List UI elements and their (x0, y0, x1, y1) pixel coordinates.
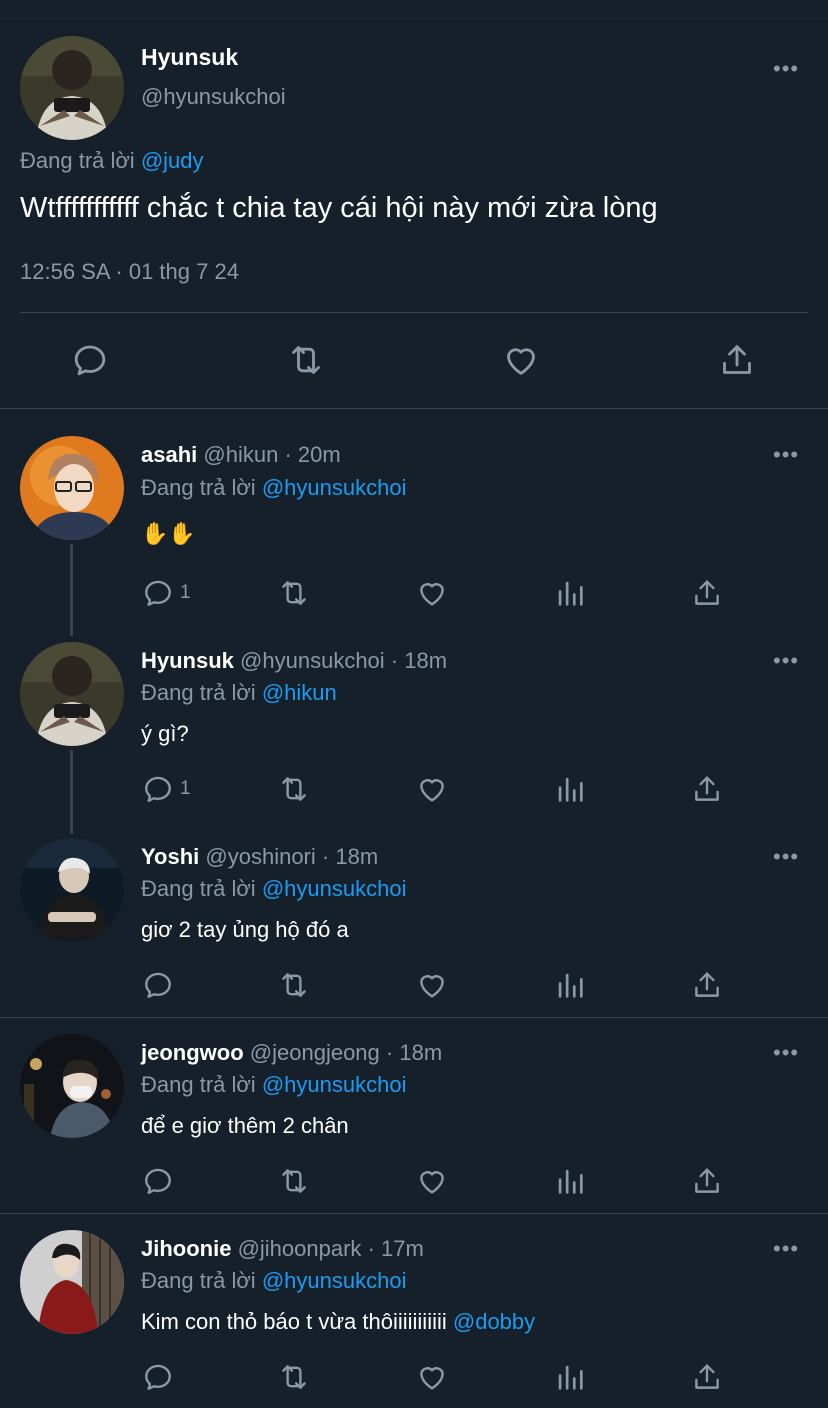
author-handle[interactable]: @jeongjeong (250, 1040, 380, 1065)
replying-to: Đang trả lời @hikun (141, 680, 337, 706)
share-icon[interactable] (689, 968, 725, 1002)
author-handle[interactable]: @hyunsukchoi (240, 648, 385, 673)
author-name[interactable]: asahi (141, 442, 197, 467)
avatar[interactable] (20, 838, 124, 942)
more-icon[interactable]: ••• (773, 444, 799, 466)
share-icon[interactable] (689, 1360, 725, 1394)
more-icon[interactable]: ••• (773, 846, 799, 868)
analytics-icon[interactable] (553, 576, 587, 610)
retweet-icon[interactable] (276, 968, 312, 1002)
avatar[interactable] (20, 1034, 124, 1138)
thread-line (70, 750, 73, 834)
replying-mention[interactable]: @hikun (262, 680, 337, 705)
share-icon[interactable] (689, 772, 725, 806)
divider (0, 408, 828, 409)
tweet-text: Wtfffffffffff chắc t chia tay cái hội nà… (20, 192, 658, 224)
replying-to: Đang trả lời @judy (20, 148, 204, 174)
reply-icon[interactable] (70, 340, 110, 380)
reply-header: Jihoonie @jihoonpark · 17m (141, 1236, 424, 1262)
share-icon[interactable] (689, 576, 725, 610)
retweet-icon[interactable] (276, 1164, 312, 1198)
reply-count: 1 (180, 582, 191, 603)
heart-icon[interactable] (500, 340, 542, 380)
author-handle[interactable]: @hikun (203, 442, 278, 467)
tweet-text: ✋✋ (141, 521, 196, 546)
replying-label: Đang trả lời (141, 475, 256, 500)
reply-time[interactable]: · 20m (284, 442, 340, 467)
author-name[interactable]: Jihoonie (141, 1236, 231, 1261)
tweet-text: để e giơ thêm 2 chân (141, 1113, 349, 1138)
heart-icon[interactable] (414, 576, 450, 610)
reply-count: 1 (180, 778, 191, 799)
author-name[interactable]: Yoshi (141, 844, 199, 869)
replying-to: Đang trả lời @hyunsukchoi (141, 1268, 406, 1294)
divider (0, 1213, 828, 1214)
avatar[interactable] (20, 1230, 124, 1334)
replying-to: Đang trả lời @hyunsukchoi (141, 475, 406, 501)
author-name[interactable]: Hyunsuk (141, 44, 238, 71)
heart-icon[interactable] (414, 772, 450, 806)
replying-mention[interactable]: @hyunsukchoi (262, 475, 407, 500)
reply-icon[interactable] (141, 772, 175, 806)
author-name[interactable]: Hyunsuk (141, 648, 234, 673)
reply-header: jeongwoo @jeongjeong · 18m (141, 1040, 442, 1066)
reply-icon[interactable] (141, 576, 175, 610)
reply-icon[interactable] (141, 1360, 175, 1394)
retweet-icon[interactable] (285, 340, 327, 380)
reply-time[interactable]: · 17m (368, 1236, 424, 1261)
more-icon[interactable]: ••• (773, 1238, 799, 1260)
reply-time[interactable]: · 18m (322, 844, 378, 869)
retweet-icon[interactable] (276, 576, 312, 610)
retweet-icon[interactable] (276, 1360, 312, 1394)
share-icon[interactable] (689, 1164, 725, 1198)
author-handle[interactable]: @yoshinori (205, 844, 315, 869)
replying-label: Đang trả lời (141, 680, 256, 705)
tweet-timestamp[interactable]: 12:56 SA · 01 thg 7 24 (20, 259, 239, 285)
divider (0, 1017, 828, 1018)
heart-icon[interactable] (414, 1360, 450, 1394)
replying-mention[interactable]: @judy (141, 148, 204, 173)
analytics-icon[interactable] (553, 1164, 587, 1198)
more-icon[interactable]: ••• (773, 650, 799, 672)
author-name[interactable]: jeongwoo (141, 1040, 244, 1065)
reply-header: Yoshi @yoshinori · 18m (141, 844, 378, 870)
text-mention[interactable]: @dobby (453, 1309, 535, 1334)
reply-header: Hyunsuk @hyunsukchoi · 18m (141, 648, 447, 674)
reply-icon[interactable] (141, 968, 175, 1002)
thread-line (70, 544, 73, 636)
avatar[interactable] (20, 436, 124, 540)
heart-icon[interactable] (414, 1164, 450, 1198)
replying-mention[interactable]: @hyunsukchoi (262, 876, 407, 901)
replying-label: Đang trả lời (141, 1072, 256, 1097)
reply-time[interactable]: · 18m (391, 648, 447, 673)
replying-mention[interactable]: @hyunsukchoi (262, 1268, 407, 1293)
top-divider (0, 18, 828, 19)
tweet-text: ý gì? (141, 721, 189, 746)
reply-icon[interactable] (141, 1164, 175, 1198)
divider (20, 312, 808, 313)
share-icon[interactable] (716, 340, 758, 380)
analytics-icon[interactable] (553, 772, 587, 806)
tweet-text: giơ 2 tay ủng hộ đó a (141, 917, 349, 942)
retweet-icon[interactable] (276, 772, 312, 806)
heart-icon[interactable] (414, 968, 450, 1002)
replying-label: Đang trả lời (20, 148, 135, 173)
replying-label: Đang trả lời (141, 876, 256, 901)
reply-header: asahi @hikun · 20m (141, 442, 341, 468)
author-handle[interactable]: @hyunsukchoi (141, 84, 286, 110)
replying-label: Đang trả lời (141, 1268, 256, 1293)
avatar[interactable] (20, 36, 124, 140)
replying-mention[interactable]: @hyunsukchoi (262, 1072, 407, 1097)
tweet-text: Kim con thỏ báo t vừa thôiiiiiiiiiii @do… (141, 1309, 535, 1335)
more-icon[interactable]: ••• (773, 58, 799, 80)
replying-to: Đang trả lời @hyunsukchoi (141, 1072, 406, 1098)
reply-time[interactable]: · 18m (386, 1040, 442, 1065)
replying-to: Đang trả lời @hyunsukchoi (141, 876, 406, 902)
analytics-icon[interactable] (553, 1360, 587, 1394)
author-handle[interactable]: @jihoonpark (238, 1236, 362, 1261)
more-icon[interactable]: ••• (773, 1042, 799, 1064)
tweet-text-content: Kim con thỏ báo t vừa thôiiiiiiiiiii (141, 1309, 447, 1334)
avatar[interactable] (20, 642, 124, 746)
analytics-icon[interactable] (553, 968, 587, 1002)
